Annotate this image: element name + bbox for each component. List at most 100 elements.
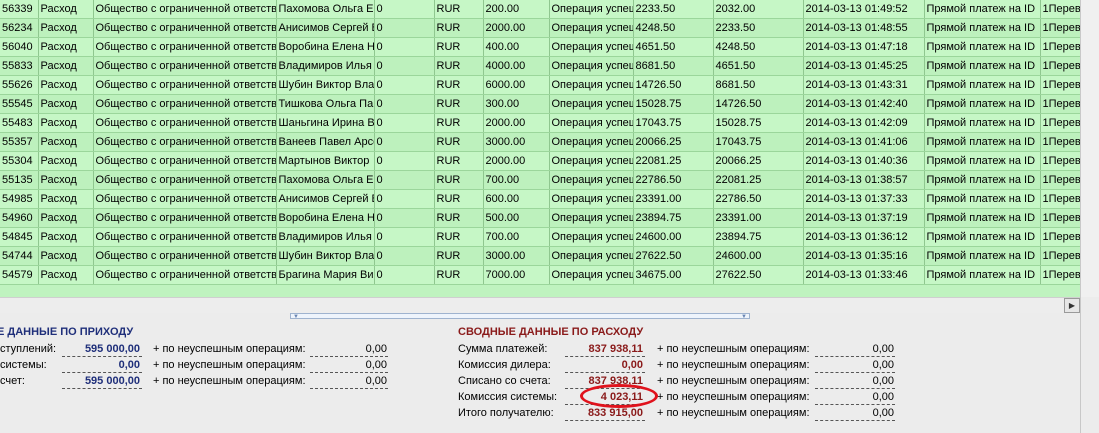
cell-before: 23894.75 bbox=[633, 208, 714, 228]
cell-type: Расход bbox=[38, 246, 94, 266]
cell-date: 2014-03-13 01:33:46 bbox=[803, 265, 925, 285]
cell-after: 22081.25 bbox=[713, 170, 804, 190]
cell-n: 0 bbox=[374, 113, 435, 133]
cell-person: Владимиров Илья И bbox=[276, 56, 375, 76]
cell-payment: Прямой платеж на ID bbox=[924, 113, 1041, 133]
failed-ops-label: + по неуспешным операциям: bbox=[657, 375, 810, 387]
cell-type: Расход bbox=[38, 208, 94, 228]
summary-label: ступлений: bbox=[0, 343, 57, 355]
divider bbox=[815, 388, 895, 389]
summary-label: счет: bbox=[0, 375, 25, 387]
divider bbox=[310, 356, 388, 357]
cell-before: 20066.25 bbox=[633, 132, 714, 152]
cell-org: Общество с ограниченной ответстве bbox=[93, 37, 277, 57]
cell-after: 22786.50 bbox=[713, 189, 804, 209]
table-row[interactable]: 55483 Расход Общество с ограниченной ответ… bbox=[0, 113, 1080, 133]
table-row[interactable]: 55545 Расход Общество с ограниченной ответ… bbox=[0, 94, 1080, 114]
divider bbox=[815, 404, 895, 405]
cell-status: Операция успеш bbox=[549, 227, 634, 247]
cell-person: Пахомова Ольга Ев bbox=[276, 170, 375, 190]
summary-value: 595 000,00 bbox=[84, 343, 140, 355]
cell-n: 0 bbox=[374, 170, 435, 190]
cell-date: 2014-03-13 01:45:25 bbox=[803, 56, 925, 76]
cell-cur: RUR bbox=[434, 151, 484, 171]
horizontal-scrollbar[interactable] bbox=[0, 297, 1080, 313]
summary-label: Комиссия системы: bbox=[458, 391, 558, 403]
cell-after: 23391.00 bbox=[713, 208, 804, 228]
cell-n: 0 bbox=[374, 37, 435, 57]
divider bbox=[62, 388, 142, 389]
cell-amount: 4000.00 bbox=[483, 56, 550, 76]
table-row[interactable]: 55304 Расход Общество с ограниченной ответ… bbox=[0, 151, 1080, 171]
divider bbox=[815, 356, 895, 357]
summary-value: 0,00 bbox=[118, 359, 140, 371]
divider bbox=[62, 372, 142, 373]
cell-date: 2014-03-13 01:42:09 bbox=[803, 113, 925, 133]
failed-ops-value: 0,00 bbox=[872, 343, 894, 355]
cell-cur: RUR bbox=[434, 246, 484, 266]
cell-cur: RUR bbox=[434, 170, 484, 190]
failed-ops-label: + по неуспешным операциям: bbox=[657, 391, 810, 403]
vertical-scrollbar[interactable] bbox=[1080, 0, 1099, 297]
table-row[interactable]: 56339 Расход Общество с ограниченной ответ… bbox=[0, 0, 1080, 19]
cell-cur: RUR bbox=[434, 75, 484, 95]
cell-status: Операция успеш bbox=[549, 132, 634, 152]
cell-amount: 2000.00 bbox=[483, 18, 550, 38]
cell-status: Операция успеш bbox=[549, 151, 634, 171]
cell-cur: RUR bbox=[434, 113, 484, 133]
cell-date: 2014-03-13 01:42:40 bbox=[803, 94, 925, 114]
cell-amount: 600.00 bbox=[483, 189, 550, 209]
cell-n: 0 bbox=[374, 208, 435, 228]
cell-payment: Прямой платеж на ID bbox=[924, 246, 1041, 266]
cell-id: 56040 bbox=[0, 37, 39, 57]
cell-extra: 1Перево, bbox=[1040, 37, 1080, 57]
cell-type: Расход bbox=[38, 37, 94, 57]
table-row[interactable]: 56040 Расход Общество с ограниченной ответ… bbox=[0, 37, 1080, 57]
cell-id: 55626 bbox=[0, 75, 39, 95]
table-row[interactable]: 54744 Расход Общество с ограниченной ответ… bbox=[0, 246, 1080, 266]
table-row[interactable]: 55833 Расход Общество с ограниченной ответ… bbox=[0, 56, 1080, 76]
transactions-grid[interactable]: 56339 Расход Общество с ограниченной ответ… bbox=[0, 0, 1080, 297]
table-row[interactable]: 54845 Расход Общество с ограниченной ответ… bbox=[0, 227, 1080, 247]
cell-type: Расход bbox=[38, 0, 94, 19]
cell-after: 4651.50 bbox=[713, 56, 804, 76]
table-row[interactable]: 55135 Расход Общество с ограниченной ответ… bbox=[0, 170, 1080, 190]
cell-before: 34675.00 bbox=[633, 265, 714, 285]
table-row[interactable]: 54960 Расход Общество с ограниченной ответ… bbox=[0, 208, 1080, 228]
summary-value: 837 938,11 bbox=[588, 343, 643, 355]
cell-type: Расход bbox=[38, 189, 94, 209]
cell-id: 55304 bbox=[0, 151, 39, 171]
cell-org: Общество с ограниченной ответстве bbox=[93, 208, 277, 228]
summary-value: 833 915,00 bbox=[587, 407, 643, 419]
expense-summary-title: СВОДНЫЕ ДАННЫЕ ПО РАСХОДУ bbox=[458, 326, 644, 338]
table-row[interactable]: 55626 Расход Общество с ограниченной ответ… bbox=[0, 75, 1080, 95]
cell-payment: Прямой платеж на ID bbox=[924, 0, 1041, 19]
cell-id: 54744 bbox=[0, 246, 39, 266]
cell-org: Общество с ограниченной ответстве bbox=[93, 151, 277, 171]
table-row[interactable]: 55357 Расход Общество с ограниченной ответ… bbox=[0, 132, 1080, 152]
cell-org: Общество с ограниченной ответстве bbox=[93, 0, 277, 19]
cell-after: 2032.00 bbox=[713, 0, 804, 19]
cell-before: 22786.50 bbox=[633, 170, 714, 190]
table-row[interactable]: 54985 Расход Общество с ограниченной ответ… bbox=[0, 189, 1080, 209]
cell-extra: 1Перево, bbox=[1040, 151, 1080, 171]
cell-extra: 1Перево, bbox=[1040, 208, 1080, 228]
table-row[interactable]: 54579 Расход Общество с ограниченной ответ… bbox=[0, 265, 1080, 285]
cell-payment: Прямой платеж на ID bbox=[924, 170, 1041, 190]
divider bbox=[565, 420, 645, 421]
summary-label: Итого получателю: bbox=[458, 407, 554, 419]
failed-ops-label: + по неуспешным операциям: bbox=[657, 407, 810, 419]
failed-ops-value: 0,00 bbox=[365, 375, 387, 387]
cell-after: 8681.50 bbox=[713, 75, 804, 95]
cell-org: Общество с ограниченной ответстве bbox=[93, 265, 277, 285]
cell-org: Общество с ограниченной ответстве bbox=[93, 132, 277, 152]
table-row[interactable]: 56234 Расход Общество с ограниченной ответ… bbox=[0, 18, 1080, 38]
cell-cur: RUR bbox=[434, 18, 484, 38]
failed-ops-value: 0,00 bbox=[872, 407, 894, 419]
cell-id: 54985 bbox=[0, 189, 39, 209]
panel-splitter[interactable]: ▼ ▼ bbox=[290, 313, 750, 320]
scroll-right-arrow-icon[interactable]: ▶ bbox=[1064, 298, 1080, 313]
cell-id: 54845 bbox=[0, 227, 39, 247]
cell-type: Расход bbox=[38, 56, 94, 76]
cell-n: 0 bbox=[374, 246, 435, 266]
